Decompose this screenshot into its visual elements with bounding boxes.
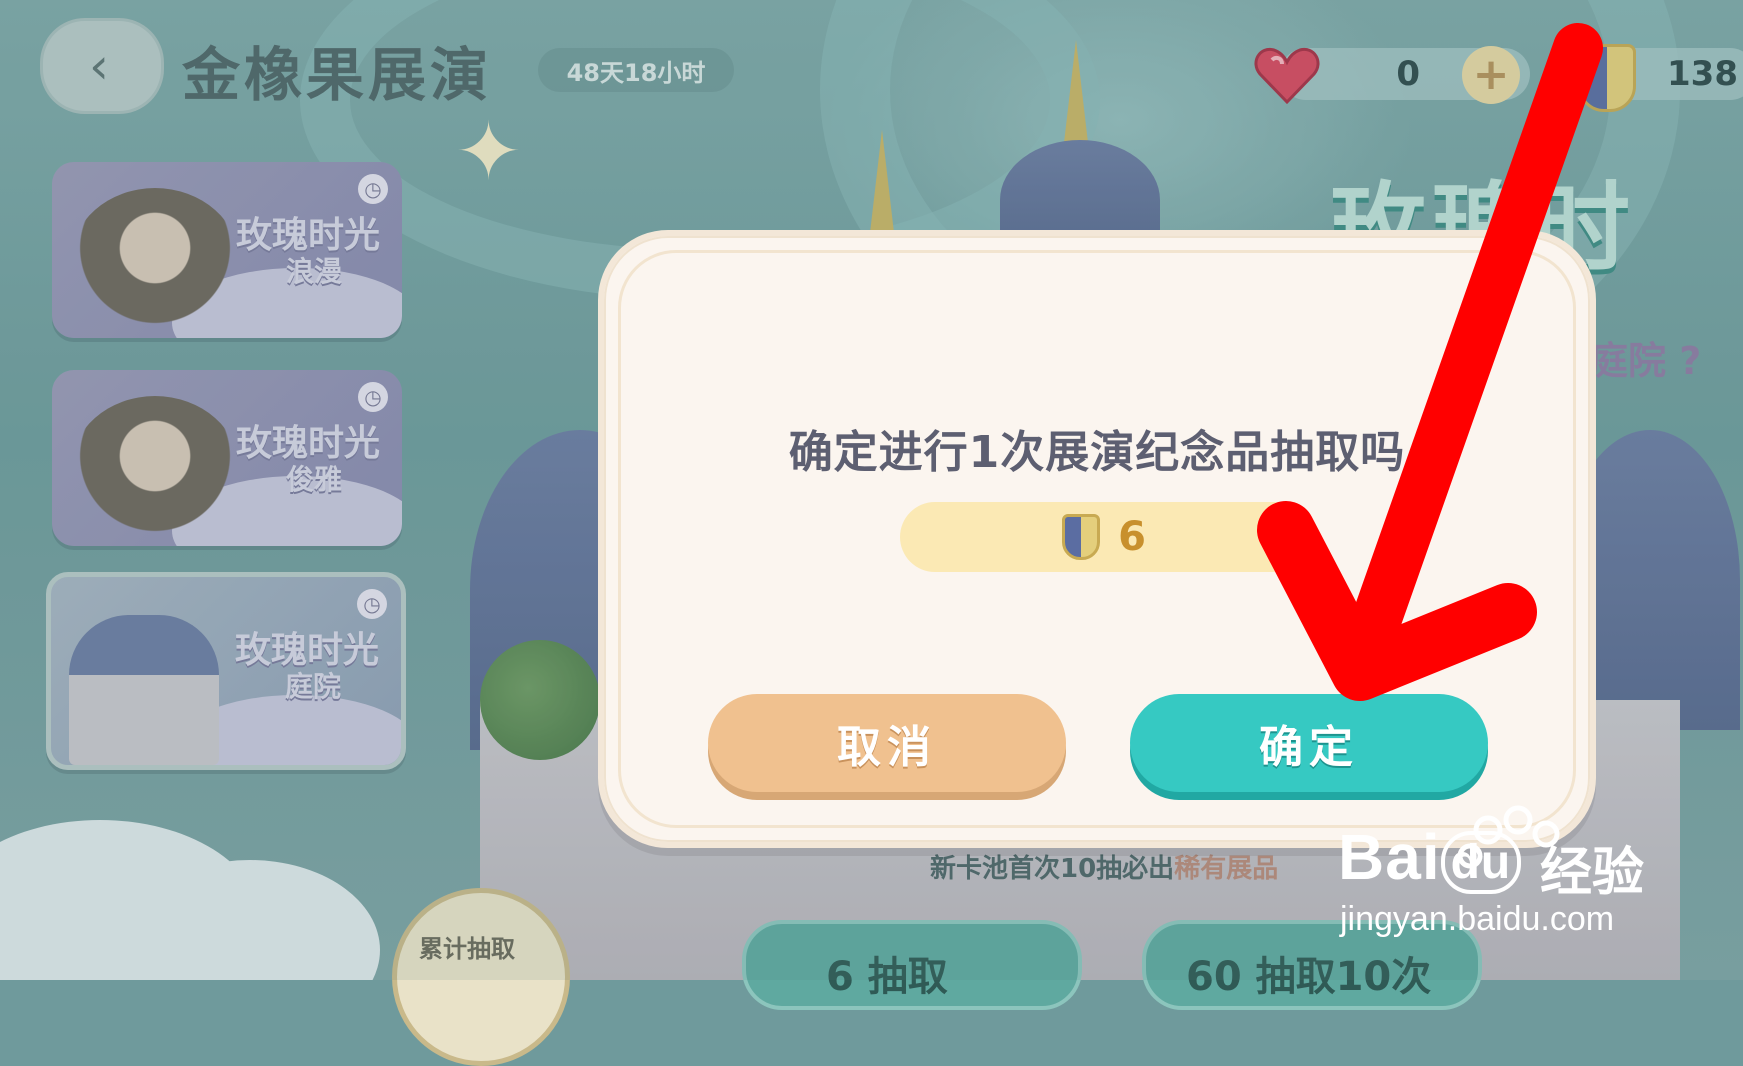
confirm-draw-dialog: 确定进行1次展演纪念品抽取吗 6 取消 确定 [598,230,1596,848]
confirm-button[interactable]: 确定 [1130,694,1488,792]
watermark-url: jingyan.baidu.com [1340,900,1615,938]
watermark-suffix: 经验 [1540,843,1645,903]
draw-cost: 6 [900,502,1308,572]
watermark-brand: Bai du [1338,820,1522,894]
cancel-button[interactable]: 取消 [708,694,1066,792]
watermark-brand-bai: Bai [1338,821,1441,893]
ticket-icon [1062,514,1101,560]
draw-cost-value: 6 [1118,514,1146,560]
baidu-watermark: Bai du 经验 jingyan.baidu.com [1330,800,1740,980]
dialog-question: 确定进行1次展演纪念品抽取吗 [788,427,1406,478]
watermark-brand-du: du [1440,830,1522,894]
